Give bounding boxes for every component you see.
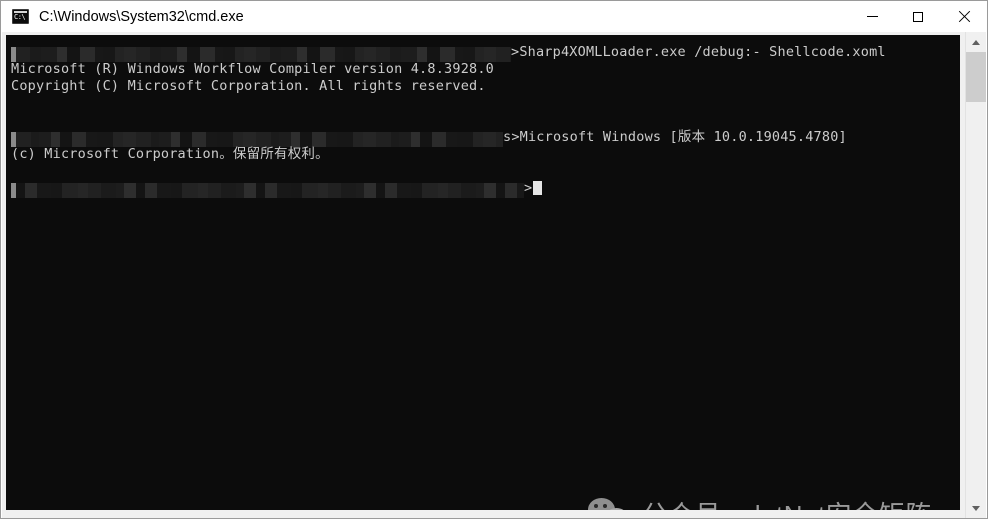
line-compiler-copyright-text: Copyright (C) Microsoft Corporation. All… (11, 78, 486, 94)
line-compiler-version: Microsoft (R) Windows Workflow Compiler … (11, 61, 960, 78)
minimize-icon (866, 16, 878, 17)
cmd-window: C:\Windows\System32\cmd.exe >Sharp4XOMLL… (0, 0, 988, 519)
maximize-button[interactable] (895, 1, 941, 32)
chevron-up-icon (972, 39, 980, 45)
redacted-text (11, 132, 503, 147)
line-blank-3-text (11, 163, 19, 179)
line-windows-version-text: s>Microsoft Windows [版本 10.0.19045.4780] (503, 129, 847, 145)
line-compiler-version-text: Microsoft (R) Windows Workflow Compiler … (11, 61, 495, 77)
scroll-down-button[interactable] (966, 498, 986, 518)
line-blank-2 (11, 112, 960, 129)
console-text-buffer: >Sharp4XOMLLoader.exe /debug:- Shellcode… (11, 44, 960, 198)
line-blank-2-text (11, 112, 19, 128)
line-blank-1-text (11, 95, 19, 111)
line-command: >Sharp4XOMLLoader.exe /debug:- Shellcode… (11, 44, 960, 62)
title-bar[interactable]: C:\Windows\System32\cmd.exe (1, 1, 987, 32)
scroll-up-button[interactable] (966, 32, 986, 52)
line-prompt: > (11, 180, 960, 198)
line-windows-copyright-text: (c) Microsoft Corporation。保留所有权利。 (11, 146, 329, 162)
scrollbar-thumb[interactable] (966, 52, 986, 102)
close-icon (958, 10, 971, 23)
chevron-down-icon (972, 505, 980, 511)
wechat-eye (603, 504, 607, 508)
line-blank-3 (11, 163, 960, 180)
maximize-icon (913, 11, 923, 22)
line-prompt-text: > (524, 180, 533, 196)
wechat-eye (594, 504, 598, 508)
redacted-text (11, 183, 524, 198)
minimize-button[interactable] (849, 1, 895, 32)
line-windows-copyright: (c) Microsoft Corporation。保留所有权利。 (11, 146, 960, 163)
text-cursor (533, 181, 543, 195)
window-title: C:\Windows\System32\cmd.exe (39, 8, 244, 25)
line-blank-1 (11, 95, 960, 112)
line-command-text: >Sharp4XOMLLoader.exe /debug:- Shellcode… (511, 44, 886, 60)
watermark: 公众号 · dotNet安全矩阵 (588, 487, 932, 510)
line-compiler-copyright: Copyright (C) Microsoft Corporation. All… (11, 78, 960, 95)
title-bar-left: C:\Windows\System32\cmd.exe (1, 1, 849, 32)
wechat-icon (588, 496, 632, 510)
scrollbar-track[interactable] (966, 52, 986, 498)
close-button[interactable] (941, 1, 987, 32)
caption-buttons (849, 1, 987, 32)
cmd-icon (12, 9, 29, 24)
vertical-scrollbar[interactable] (965, 32, 986, 518)
line-windows-version: s>Microsoft Windows [版本 10.0.19045.4780] (11, 129, 960, 147)
redacted-text (11, 47, 511, 62)
watermark-text: 公众号 · dotNet安全矩阵 (642, 495, 932, 511)
console-output[interactable]: >Sharp4XOMLLoader.exe /debug:- Shellcode… (6, 35, 960, 510)
console-client-area: >Sharp4XOMLLoader.exe /debug:- Shellcode… (2, 32, 986, 518)
